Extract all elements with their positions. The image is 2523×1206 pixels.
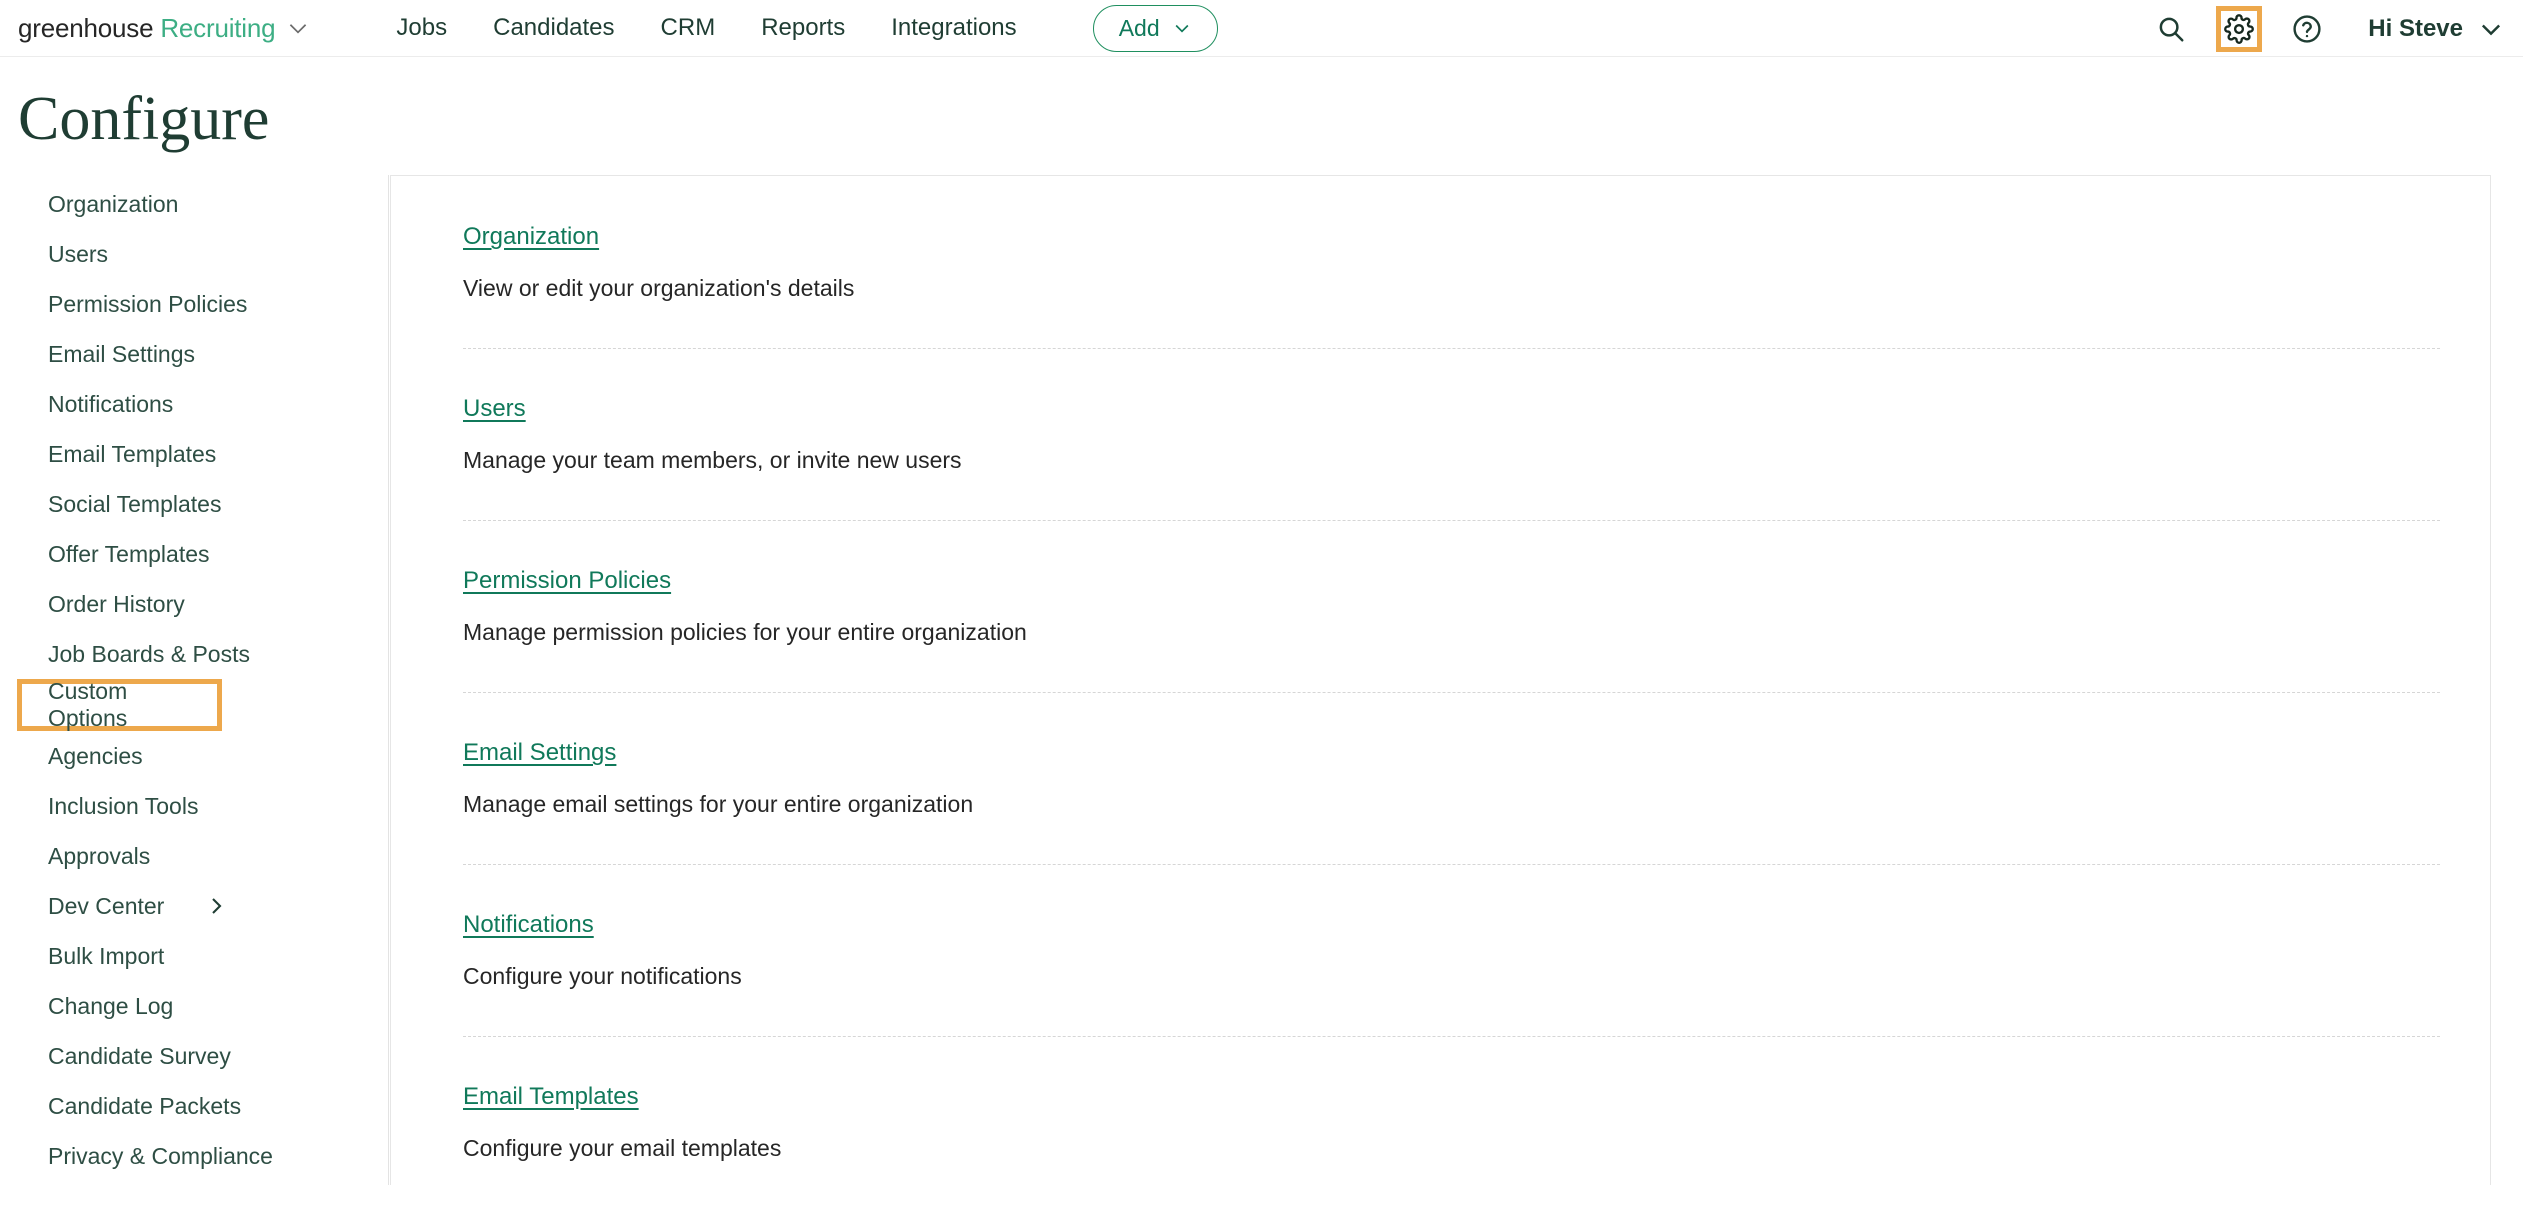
- setting-row-notifications: Notifications Configure your notificatio…: [463, 864, 2440, 990]
- sidebar-item-label: Inclusion Tools: [48, 793, 198, 820]
- sidebar-item-dev-center[interactable]: Dev Center: [0, 881, 388, 931]
- setting-link-email-settings[interactable]: Email Settings: [463, 739, 616, 767]
- nav-right-actions: Hi Steve: [2148, 0, 2505, 57]
- sidebar-item-privacy-compliance[interactable]: Privacy & Compliance: [0, 1131, 388, 1181]
- configure-main-content: Organization View or edit your organizat…: [389, 175, 2523, 1185]
- sidebar-item-job-boards-posts[interactable]: Job Boards & Posts: [0, 629, 388, 679]
- sidebar-item-candidate-packets[interactable]: Candidate Packets: [0, 1081, 388, 1131]
- setting-link-users[interactable]: Users: [463, 395, 526, 423]
- setting-link-organization[interactable]: Organization: [463, 223, 599, 251]
- nav-item-candidates[interactable]: Candidates: [470, 14, 637, 42]
- sidebar-item-bulk-import[interactable]: Bulk Import: [0, 931, 388, 981]
- sidebar-item-label: Custom Options: [48, 678, 187, 732]
- top-navigation-bar: greenhouse Recruiting Jobs Candidates CR…: [0, 0, 2523, 57]
- setting-desc-notifications: Configure your notifications: [463, 963, 2440, 990]
- setting-desc-users: Manage your team members, or invite new …: [463, 447, 2440, 474]
- user-greeting-label: Hi Steve: [2368, 15, 2463, 43]
- sidebar-item-offer-templates[interactable]: Offer Templates: [0, 529, 388, 579]
- setting-desc-permission-policies: Manage permission policies for your enti…: [463, 619, 2440, 646]
- page-title: Configure: [18, 85, 2523, 153]
- sidebar-item-label: Bulk Import: [48, 943, 164, 970]
- sidebar-item-notifications[interactable]: Notifications: [0, 379, 388, 429]
- setting-link-notifications[interactable]: Notifications: [463, 911, 594, 939]
- chevron-down-icon: [1172, 18, 1192, 38]
- setting-desc-organization: View or edit your organization's details: [463, 275, 2440, 302]
- configure-settings-card: Organization View or edit your organizat…: [390, 175, 2491, 1185]
- sidebar-item-permission-policies[interactable]: Permission Policies: [0, 279, 388, 329]
- sidebar-item-label: Change Log: [48, 993, 173, 1020]
- help-circle-icon[interactable]: [2284, 6, 2330, 52]
- sidebar-item-candidate-survey[interactable]: Candidate Survey: [0, 1031, 388, 1081]
- sidebar-item-email-templates[interactable]: Email Templates: [0, 429, 388, 479]
- sidebar-item-inclusion-tools[interactable]: Inclusion Tools: [0, 781, 388, 831]
- sidebar-item-users[interactable]: Users: [0, 229, 388, 279]
- setting-link-permission-policies[interactable]: Permission Policies: [463, 567, 671, 595]
- setting-row-email-settings: Email Settings Manage email settings for…: [463, 692, 2440, 818]
- setting-link-email-templates[interactable]: Email Templates: [463, 1083, 639, 1111]
- user-menu[interactable]: Hi Steve: [2368, 15, 2505, 43]
- chevron-down-icon[interactable]: [285, 15, 311, 41]
- sidebar-item-label: Agencies: [48, 743, 143, 770]
- sidebar-item-label: Privacy & Compliance: [48, 1143, 273, 1170]
- sidebar-item-label: Offer Templates: [48, 541, 210, 568]
- nav-item-integrations[interactable]: Integrations: [868, 14, 1039, 42]
- sidebar-item-label: Email Templates: [48, 441, 216, 468]
- configure-sidebar: Organization Users Permission Policies E…: [0, 175, 389, 1185]
- sidebar-item-social-templates[interactable]: Social Templates: [0, 479, 388, 529]
- brand-name-greenhouse: greenhouse: [18, 13, 153, 44]
- sidebar-item-label: Social Templates: [48, 491, 221, 518]
- search-icon[interactable]: [2148, 6, 2194, 52]
- sidebar-item-label: Candidate Survey: [48, 1043, 231, 1070]
- setting-row-email-templates: Email Templates Configure your email tem…: [463, 1036, 2440, 1162]
- brand-name-recruiting: Recruiting: [160, 13, 275, 44]
- sidebar-item-approvals[interactable]: Approvals: [0, 831, 388, 881]
- sidebar-item-custom-options[interactable]: Custom Options: [17, 679, 222, 731]
- chevron-right-icon: [204, 894, 228, 918]
- sidebar-item-label: Dev Center: [48, 893, 164, 920]
- setting-desc-email-templates: Configure your email templates: [463, 1135, 2440, 1162]
- sidebar-item-label: Order History: [48, 591, 185, 618]
- gear-icon[interactable]: [2216, 6, 2262, 52]
- nav-item-crm[interactable]: CRM: [638, 14, 739, 42]
- sidebar-item-label: Approvals: [48, 843, 150, 870]
- sidebar-item-label: Notifications: [48, 391, 173, 418]
- sidebar-item-label: Permission Policies: [48, 291, 247, 318]
- sidebar-item-agencies[interactable]: Agencies: [0, 731, 388, 781]
- sidebar-item-label: Email Settings: [48, 341, 195, 368]
- sidebar-item-organization[interactable]: Organization: [0, 179, 388, 229]
- setting-row-permission-policies: Permission Policies Manage permission po…: [463, 520, 2440, 646]
- sidebar-item-order-history[interactable]: Order History: [0, 579, 388, 629]
- add-button[interactable]: Add: [1093, 5, 1218, 52]
- sidebar-item-change-log[interactable]: Change Log: [0, 981, 388, 1031]
- primary-nav-links: Jobs Candidates CRM Reports Integrations: [373, 14, 1039, 42]
- nav-item-reports[interactable]: Reports: [738, 14, 868, 42]
- page-body: Organization Users Permission Policies E…: [0, 175, 2523, 1185]
- chevron-down-icon: [2477, 15, 2505, 43]
- sidebar-item-label: Users: [48, 241, 108, 268]
- setting-row-users: Users Manage your team members, or invit…: [463, 348, 2440, 474]
- sidebar-item-email-settings[interactable]: Email Settings: [0, 329, 388, 379]
- sidebar-item-label: Candidate Packets: [48, 1093, 241, 1120]
- sidebar-item-label: Organization: [48, 191, 178, 218]
- add-button-label: Add: [1119, 15, 1160, 42]
- setting-row-organization: Organization View or edit your organizat…: [463, 177, 2440, 302]
- sidebar-item-label: Job Boards & Posts: [48, 641, 250, 668]
- brand-logo[interactable]: greenhouse Recruiting: [18, 13, 311, 44]
- setting-desc-email-settings: Manage email settings for your entire or…: [463, 791, 2440, 818]
- nav-item-jobs[interactable]: Jobs: [373, 14, 470, 42]
